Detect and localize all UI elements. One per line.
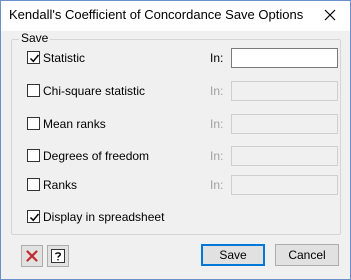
dialog-window: Kendall's Coefficient of Concordance Sav… [0, 0, 351, 280]
statistic-in-field[interactable] [231, 48, 338, 68]
mean-ranks-in-label: In: [210, 117, 224, 131]
option-row-mean-ranks: Mean ranks [27, 114, 227, 134]
ranks-label: Ranks [43, 178, 78, 192]
mean-ranks-label: Mean ranks [43, 117, 106, 131]
degrees-of-freedom-in-label: In: [210, 149, 224, 163]
save-group-label: Save [19, 31, 51, 45]
statistic-in-label: In: [210, 51, 224, 65]
chi-square-in-field [231, 81, 338, 101]
checkmark-icon [29, 213, 40, 222]
chi-square-label: Chi-square statistic [43, 84, 146, 98]
save-groupbox [11, 39, 341, 235]
cancel-button[interactable]: Cancel [275, 244, 339, 266]
chi-square-checkbox[interactable] [27, 84, 40, 97]
statistic-label: Statistic [43, 51, 86, 65]
clear-button[interactable] [21, 245, 43, 267]
ranks-in-field [231, 175, 338, 195]
option-row-display-in-spreadsheet: Display in spreadsheet [27, 207, 227, 227]
statistic-checkbox[interactable] [27, 51, 40, 64]
degrees-of-freedom-in-field [231, 146, 338, 166]
save-button[interactable]: Save [201, 244, 265, 266]
option-row-chi-square: Chi-square statistic [27, 81, 227, 101]
ranks-checkbox[interactable] [27, 178, 40, 191]
red-x-icon [26, 250, 38, 262]
help-question-icon [51, 249, 65, 263]
title-bar: Kendall's Coefficient of Concordance Sav… [1, 1, 350, 31]
mean-ranks-in-field [231, 114, 338, 134]
degrees-of-freedom-label: Degrees of freedom [43, 149, 150, 163]
window-title: Kendall's Coefficient of Concordance Sav… [9, 7, 304, 22]
option-row-ranks: Ranks [27, 175, 227, 195]
option-row-degrees-of-freedom: Degrees of freedom [27, 146, 227, 166]
close-icon[interactable] [316, 3, 344, 27]
display-in-spreadsheet-label: Display in spreadsheet [43, 210, 165, 224]
checkmark-icon [29, 54, 40, 63]
chi-square-in-label: In: [210, 84, 224, 98]
ranks-in-label: In: [210, 178, 224, 192]
degrees-of-freedom-checkbox[interactable] [27, 149, 40, 162]
help-button[interactable] [47, 245, 69, 267]
display-in-spreadsheet-checkbox[interactable] [27, 210, 40, 223]
mean-ranks-checkbox[interactable] [27, 117, 40, 130]
